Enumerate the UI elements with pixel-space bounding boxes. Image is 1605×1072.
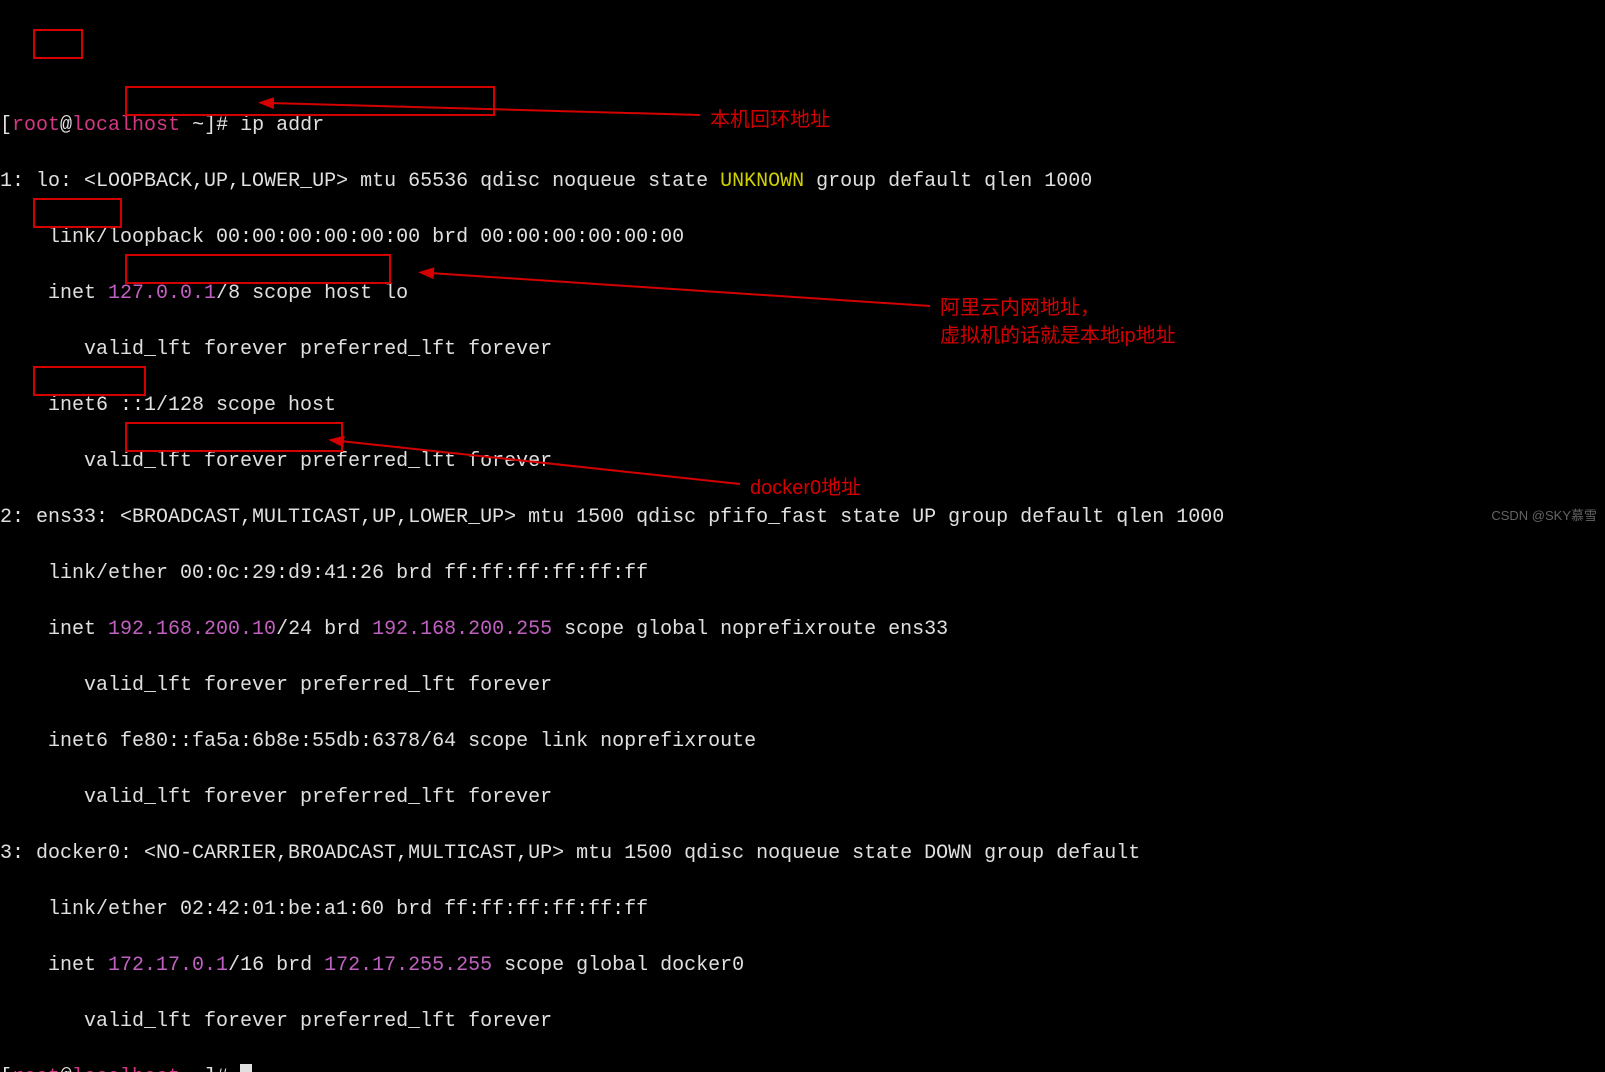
ens33-brd: 192.168.200.255 [372,618,552,641]
iface1-link: link/loopback 00:00:00:00:00:00 brd 00:0… [0,224,1605,252]
iface2-header: 2: ens33: <BROADCAST,MULTICAST,UP,LOWER_… [0,504,1605,532]
iface2-link: link/ether 00:0c:29:d9:41:26 brd ff:ff:f… [0,560,1605,588]
note-docker: docker0地址 [750,474,861,502]
ens33-ip: 192.168.200.10 [108,618,276,641]
iface3-inet: inet 172.17.0.1/16 brd 172.17.255.255 sc… [0,952,1605,980]
lo-ip: 127.0.0.1 [108,282,216,305]
prompt-host: localhost [72,114,180,137]
iface1-name: lo: [36,170,72,193]
prompt-line-2: [root@localhost ~]# [0,1064,1605,1072]
box-lo [33,29,83,59]
iface1-valid2: valid_lft forever preferred_lft forever [0,448,1605,476]
iface3-valid: valid_lft forever preferred_lft forever [0,1008,1605,1036]
docker0-ip: 172.17.0.1 [108,954,228,977]
state-unknown: UNKNOWN [720,170,804,193]
iface1-inet: inet 127.0.0.1/8 scope host lo [0,280,1605,308]
iface2-inet6: inet6 fe80::fa5a:6b8e:55db:6378/64 scope… [0,728,1605,756]
note-aliyun1: 阿里云内网地址， [940,294,1100,322]
iface1-valid: valid_lft forever preferred_lft forever [0,336,1605,364]
iface3-header: 3: docker0: <NO-CARRIER,BROADCAST,MULTIC… [0,840,1605,868]
watermark: CSDN @SKY慕雪 [1491,502,1597,530]
iface2-name: ens33: [36,506,108,529]
docker0-brd: 172.17.255.255 [324,954,492,977]
note-loopback: 本机回环地址 [710,106,830,134]
iface3-name: docker0: [36,842,132,865]
iface1-header: 1: lo: <LOOPBACK,UP,LOWER_UP> mtu 65536 … [0,168,1605,196]
iface1-inet6: inet6 ::1/128 scope host [0,392,1605,420]
command-text: ip addr [240,114,324,137]
iface2-valid: valid_lft forever preferred_lft forever [0,672,1605,700]
cursor[interactable] [240,1064,252,1072]
iface3-link: link/ether 02:42:01:be:a1:60 brd ff:ff:f… [0,896,1605,924]
iface2-valid2: valid_lft forever preferred_lft forever [0,784,1605,812]
prompt-user: root [12,114,60,137]
note-aliyun2: 虚拟机的话就是本地ip地址 [940,322,1176,350]
iface2-inet: inet 192.168.200.10/24 brd 192.168.200.2… [0,616,1605,644]
